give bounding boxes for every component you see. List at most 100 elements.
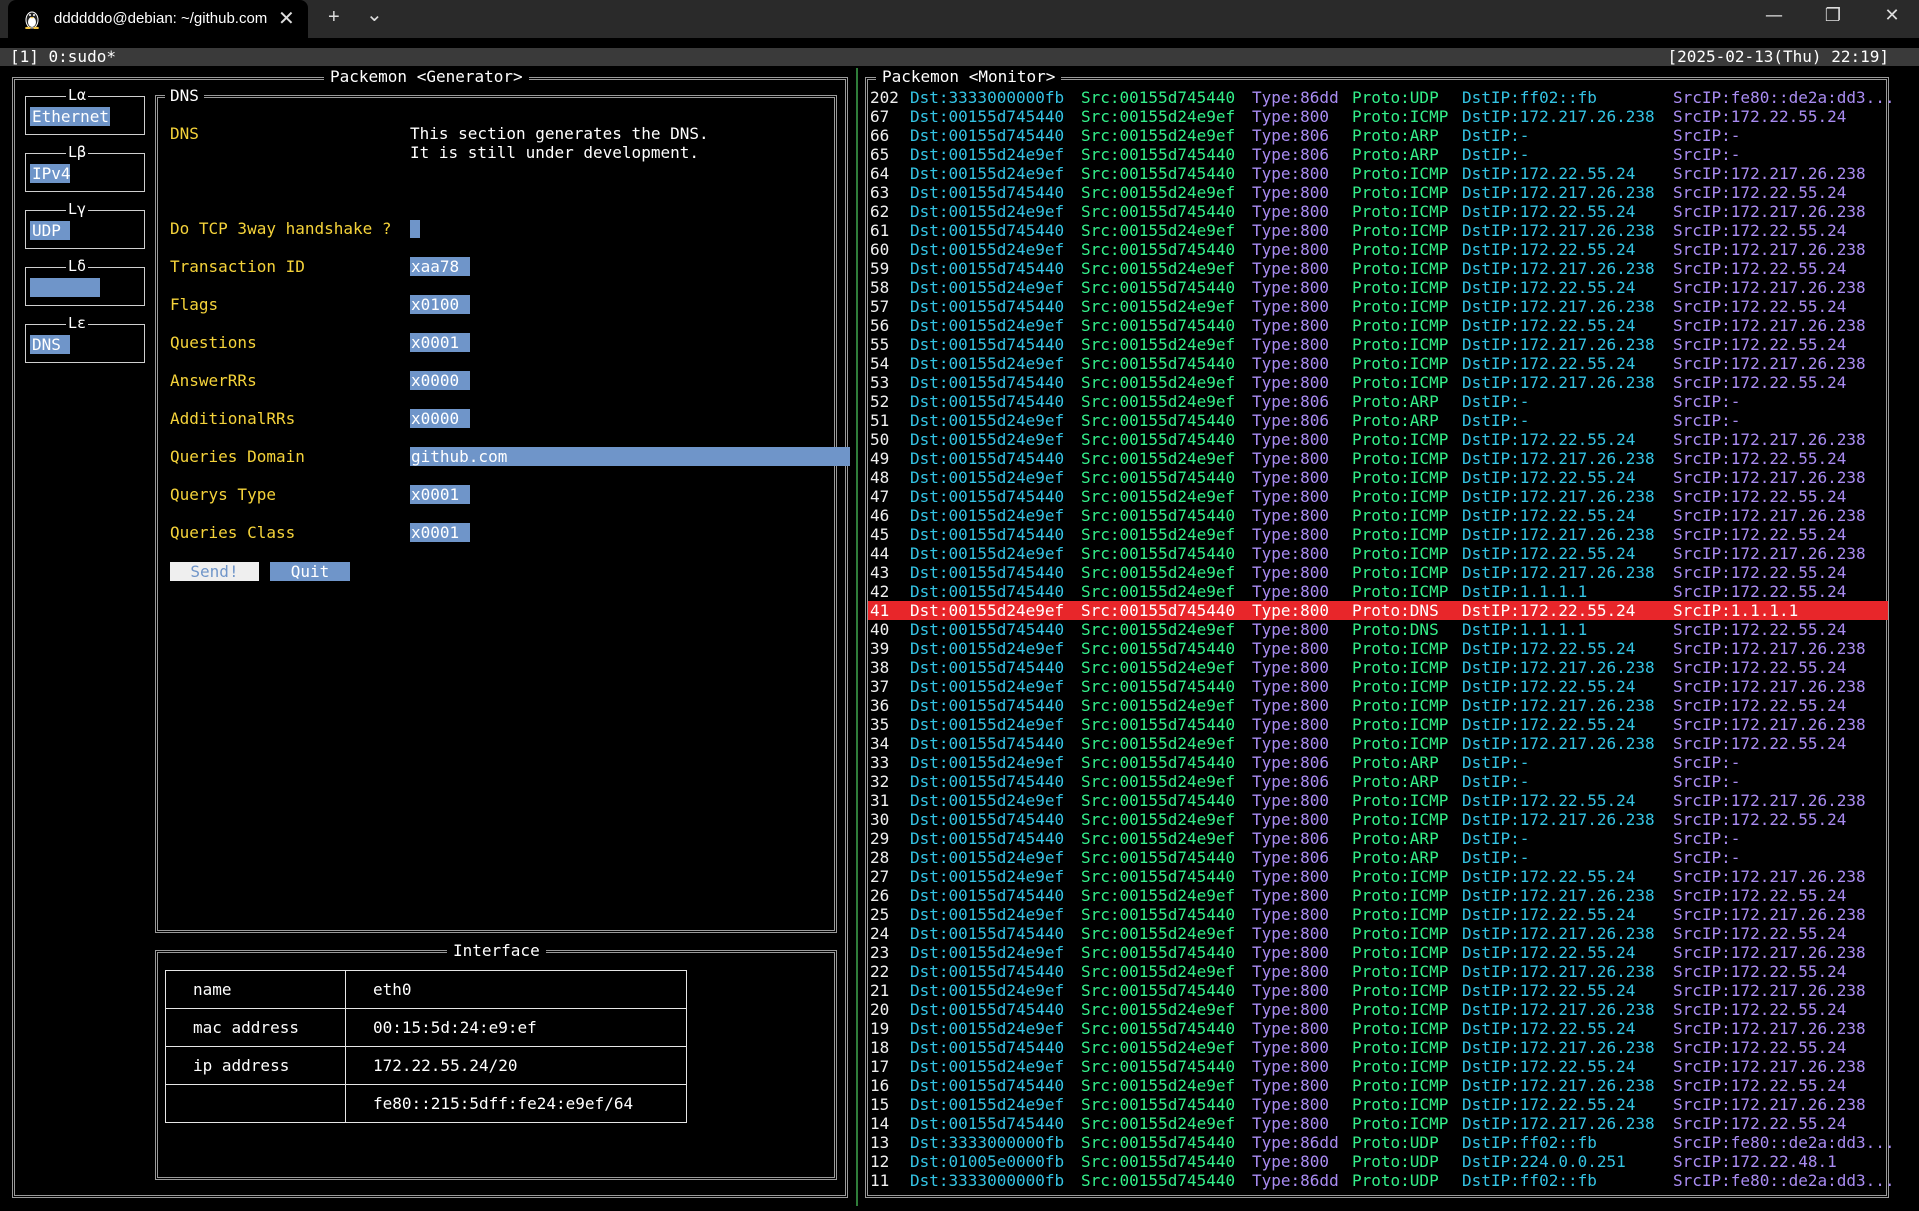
packet-src-ip: SrcIP:172.217.26.238: [1673, 240, 1866, 259]
packet-row[interactable]: 49 Dst:00155d745440 Src:00155d24e9ef Type:8…: [868, 449, 1888, 468]
tab-dropdown-icon[interactable]: ⌄: [366, 2, 383, 27]
packet-proto: Proto:UDP: [1352, 1171, 1439, 1190]
packet-row[interactable]: 48 Dst:00155d24e9ef Src:00155d745440 Type:8…: [868, 468, 1888, 487]
packet-row[interactable]: 47 Dst:00155d745440 Src:00155d24e9ef Type:8…: [868, 487, 1888, 506]
packet-row[interactable]: 21 Dst:00155d24e9ef Src:00155d745440 Type:8…: [868, 981, 1888, 1000]
packet-row[interactable]: 61 Dst:00155d745440 Src:00155d24e9ef Type:8…: [868, 221, 1888, 240]
packet-row-selected[interactable]: 41 Dst:00155d24e9ef Src:00155d745440 Type:8…: [868, 601, 1888, 620]
packet-row[interactable]: 42 Dst:00155d745440 Src:00155d24e9ef Type:8…: [868, 582, 1888, 601]
tmux-session[interactable]: [1] 0:sudo*: [10, 47, 116, 66]
packet-row[interactable]: 39 Dst:00155d24e9ef Src:00155d745440 Type:8…: [868, 639, 1888, 658]
layer-delta-box[interactable]: Lδ: [25, 257, 145, 306]
minimize-button[interactable]: —: [1754, 5, 1794, 26]
packet-row[interactable]: 64 Dst:00155d24e9ef Src:00155d745440 Type:8…: [868, 164, 1888, 183]
packet-proto: Proto:ICMP: [1352, 582, 1449, 601]
terminal-tab[interactable]: ddddddo@debian: ~/github.com ✕: [8, 0, 308, 38]
layer-epsilon-value[interactable]: DNS: [30, 335, 70, 354]
packet-row[interactable]: 31 Dst:00155d24e9ef Src:00155d745440 Type:8…: [868, 791, 1888, 810]
packet-row[interactable]: 27 Dst:00155d24e9ef Src:00155d745440 Type:8…: [868, 867, 1888, 886]
pane-divider[interactable]: [856, 68, 858, 1206]
packet-row[interactable]: 202 Dst:3333000000fb Src:00155d745440 Type:…: [868, 88, 1895, 107]
transaction-id-input[interactable]: xaa78: [410, 257, 470, 276]
packet-row[interactable]: 20 Dst:00155d745440 Src:00155d24e9ef Type:8…: [868, 1000, 1888, 1019]
packet-row[interactable]: 32 Dst:00155d745440 Src:00155d24e9ef Type:8…: [868, 772, 1888, 791]
packet-row[interactable]: 22 Dst:00155d745440 Src:00155d24e9ef Type:8…: [868, 962, 1888, 981]
close-window-button[interactable]: ✕: [1872, 5, 1912, 26]
packet-row[interactable]: 67 Dst:00155d745440 Src:00155d24e9ef Type:8…: [868, 107, 1888, 126]
packet-row[interactable]: 51 Dst:00155d24e9ef Src:00155d745440 Type:8…: [868, 411, 1888, 430]
packet-row[interactable]: 35 Dst:00155d24e9ef Src:00155d745440 Type:8…: [868, 715, 1888, 734]
packet-row[interactable]: 23 Dst:00155d24e9ef Src:00155d745440 Type:8…: [868, 943, 1888, 962]
packet-row[interactable]: 54 Dst:00155d24e9ef Src:00155d745440 Type:8…: [868, 354, 1888, 373]
answer-rrs-input[interactable]: x0000: [410, 371, 470, 390]
packet-row[interactable]: 17 Dst:00155d24e9ef Src:00155d745440 Type:8…: [868, 1057, 1888, 1076]
packet-list[interactable]: 202 Dst:3333000000fb Src:00155d745440 Type:…: [868, 88, 1895, 1190]
packet-row[interactable]: 14 Dst:00155d745440 Src:00155d24e9ef Type:8…: [868, 1114, 1888, 1133]
packet-row[interactable]: 66 Dst:00155d745440 Src:00155d24e9ef Type:8…: [868, 126, 1888, 145]
packet-proto: Proto:ICMP: [1352, 924, 1449, 943]
packet-number: 30: [870, 810, 890, 829]
packet-src-ip: SrcIP:172.217.26.238: [1673, 905, 1866, 924]
packet-proto: Proto:ICMP: [1352, 544, 1449, 563]
packet-row[interactable]: 59 Dst:00155d745440 Src:00155d24e9ef Type:8…: [868, 259, 1888, 278]
packet-row[interactable]: 30 Dst:00155d745440 Src:00155d24e9ef Type:8…: [868, 810, 1888, 829]
packet-row[interactable]: 25 Dst:00155d24e9ef Src:00155d745440 Type:8…: [868, 905, 1888, 924]
packet-row[interactable]: 29 Dst:00155d745440 Src:00155d24e9ef Type:8…: [868, 829, 1888, 848]
packet-row[interactable]: 45 Dst:00155d745440 Src:00155d24e9ef Type:8…: [868, 525, 1888, 544]
packet-row[interactable]: 58 Dst:00155d24e9ef Src:00155d745440 Type:8…: [868, 278, 1888, 297]
packet-row[interactable]: 38 Dst:00155d745440 Src:00155d24e9ef Type:8…: [868, 658, 1888, 677]
packet-row[interactable]: 50 Dst:00155d24e9ef Src:00155d745440 Type:8…: [868, 430, 1888, 449]
packet-row[interactable]: 34 Dst:00155d745440 Src:00155d24e9ef Type:8…: [868, 734, 1888, 753]
packet-row[interactable]: 33 Dst:00155d24e9ef Src:00155d745440 Type:8…: [868, 753, 1888, 772]
layer-delta-value[interactable]: [30, 278, 100, 297]
packet-row[interactable]: 57 Dst:00155d745440 Src:00155d24e9ef Type:8…: [868, 297, 1888, 316]
packet-number: 22: [870, 962, 890, 981]
close-tab-icon[interactable]: ✕: [278, 6, 295, 31]
packet-dst-mac: Dst:00155d745440: [910, 259, 1065, 278]
quit-button[interactable]: Quit: [270, 562, 350, 581]
packet-row[interactable]: 12 Dst:01005e0000fb Src:00155d745440 Type:8…: [868, 1152, 1888, 1171]
packet-row[interactable]: 13 Dst:3333000000fb Src:00155d745440 Type:8…: [868, 1133, 1895, 1152]
packet-row[interactable]: 11 Dst:3333000000fb Src:00155d745440 Type:8…: [868, 1171, 1895, 1190]
packet-row[interactable]: 55 Dst:00155d745440 Src:00155d24e9ef Type:8…: [868, 335, 1888, 354]
packet-row[interactable]: 56 Dst:00155d24e9ef Src:00155d745440 Type:8…: [868, 316, 1888, 335]
packet-row[interactable]: 63 Dst:00155d745440 Src:00155d24e9ef Type:8…: [868, 183, 1888, 202]
flags-input[interactable]: x0100: [410, 295, 470, 314]
additional-rrs-input[interactable]: x0000: [410, 409, 470, 428]
packet-row[interactable]: 18 Dst:00155d745440 Src:00155d24e9ef Type:8…: [868, 1038, 1888, 1057]
layer-epsilon-box[interactable]: Lε DNS: [25, 314, 145, 363]
packet-row[interactable]: 52 Dst:00155d745440 Src:00155d24e9ef Type:8…: [868, 392, 1888, 411]
packet-row[interactable]: 15 Dst:00155d24e9ef Src:00155d745440 Type:8…: [868, 1095, 1888, 1114]
packet-row[interactable]: 16 Dst:00155d745440 Src:00155d24e9ef Type:8…: [868, 1076, 1888, 1095]
layer-beta-value[interactable]: IPv4: [30, 164, 71, 183]
packet-row[interactable]: 36 Dst:00155d745440 Src:00155d24e9ef Type:8…: [868, 696, 1888, 715]
querys-type-input[interactable]: x0001: [410, 485, 470, 504]
new-tab-button[interactable]: +: [328, 6, 340, 29]
packet-row[interactable]: 26 Dst:00155d745440 Src:00155d24e9ef Type:8…: [868, 886, 1888, 905]
packet-row[interactable]: 44 Dst:00155d24e9ef Src:00155d745440 Type:8…: [868, 544, 1888, 563]
packet-row[interactable]: 37 Dst:00155d24e9ef Src:00155d745440 Type:8…: [868, 677, 1888, 696]
queries-domain-input[interactable]: github.com: [410, 447, 850, 466]
packet-row[interactable]: 40 Dst:00155d745440 Src:00155d24e9ef Type:8…: [868, 620, 1888, 639]
questions-input[interactable]: x0001: [410, 333, 470, 352]
layer-alpha-value[interactable]: Ethernet: [30, 107, 110, 126]
packet-row[interactable]: 65 Dst:00155d24e9ef Src:00155d745440 Type:8…: [868, 145, 1888, 164]
packet-src-mac: Src:00155d745440: [1081, 506, 1236, 525]
send-button[interactable]: Send!: [170, 562, 259, 581]
layer-beta-box[interactable]: Lβ IPv4: [25, 143, 145, 192]
handshake-checkbox[interactable]: [410, 220, 420, 238]
packet-dst-ip: DstIP:172.217.26.238: [1462, 107, 1655, 126]
queries-class-input[interactable]: x0001: [410, 523, 470, 542]
packet-row[interactable]: 24 Dst:00155d745440 Src:00155d24e9ef Type:8…: [868, 924, 1888, 943]
restore-button[interactable]: ❐: [1813, 5, 1853, 26]
packet-row[interactable]: 53 Dst:00155d745440 Src:00155d24e9ef Type:8…: [868, 373, 1888, 392]
packet-row[interactable]: 43 Dst:00155d745440 Src:00155d24e9ef Type:8…: [868, 563, 1888, 582]
packet-row[interactable]: 46 Dst:00155d24e9ef Src:00155d745440 Type:8…: [868, 506, 1888, 525]
layer-alpha-box[interactable]: Lα Ethernet: [25, 86, 145, 135]
layer-gamma-value[interactable]: UDP: [30, 221, 70, 240]
layer-gamma-box[interactable]: Lγ UDP: [25, 200, 145, 249]
packet-row[interactable]: 62 Dst:00155d24e9ef Src:00155d745440 Type:8…: [868, 202, 1888, 221]
packet-row[interactable]: 19 Dst:00155d24e9ef Src:00155d745440 Type:8…: [868, 1019, 1888, 1038]
packet-row[interactable]: 60 Dst:00155d24e9ef Src:00155d745440 Type:8…: [868, 240, 1888, 259]
packet-row[interactable]: 28 Dst:00155d24e9ef Src:00155d745440 Type:8…: [868, 848, 1888, 867]
